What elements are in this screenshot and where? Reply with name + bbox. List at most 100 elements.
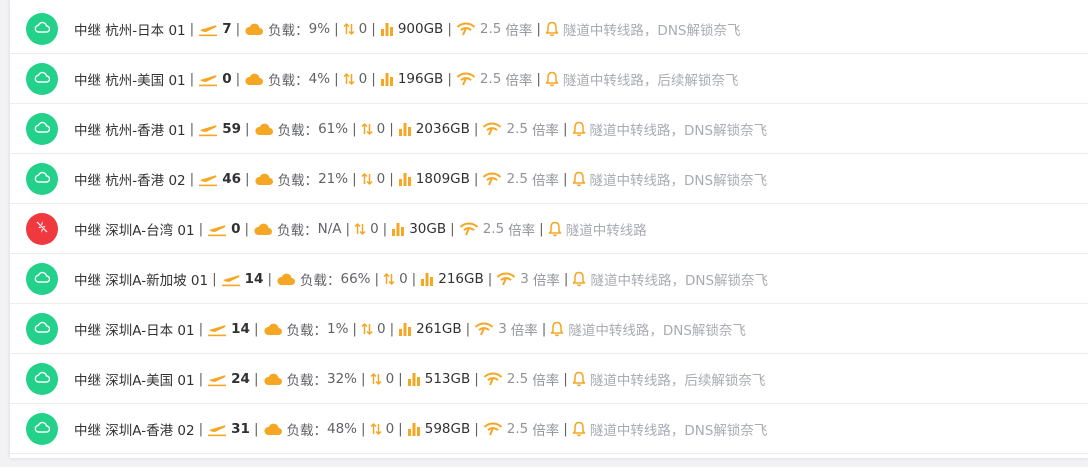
traffic-value: 196GB — [397, 71, 444, 87]
node-name: 中继 深圳A-香港 02 — [74, 423, 195, 439]
bar-chart-icon — [380, 22, 394, 36]
cloud-status-icon — [34, 21, 51, 37]
node-name: 中继 深圳A-台湾 01 — [74, 223, 195, 239]
load-label: 负载： — [286, 423, 328, 439]
node-note: 隧道中转线路，DNS解锁奈飞 — [589, 173, 768, 189]
load-value: 32% — [327, 371, 358, 387]
signal-icon — [482, 172, 502, 186]
online-users: 0 — [222, 71, 232, 87]
up-down-arrows-icon — [370, 371, 382, 387]
rate-value: 2.5 — [479, 71, 502, 87]
cloud-icon — [244, 72, 264, 86]
signal-icon — [459, 222, 479, 236]
online-users: 59 — [222, 121, 241, 137]
bar-chart-icon — [398, 172, 412, 186]
cloud-status-icon — [34, 421, 51, 437]
bar-chart-icon — [420, 272, 434, 286]
node-row[interactable]: 中继 深圳A-日本 01 | 14 | 负载： 1% | 0 | 261GB | 3 倍率 | 隧道中转线路… — [10, 305, 1088, 354]
traffic-value: 261GB — [416, 321, 462, 337]
cloud-icon — [253, 222, 273, 236]
node-list: 中继 杭州-日本 01 | 7 | 负载： 9% | 0 | 900GB | 2.5 倍率 | 隧道中转线路… — [10, 0, 1088, 458]
bell-icon — [545, 71, 559, 87]
speed-value: 0 — [358, 21, 368, 37]
node-row[interactable]: 中继 深圳A-美国 01 | 24 | 负载： 32% | 0 | 513GB | 2.5 倍率 | 隧道中… — [10, 355, 1088, 404]
bell-icon — [572, 121, 586, 137]
bell-icon — [548, 221, 562, 237]
speed-value: 0 — [376, 321, 386, 337]
cloud-status-icon — [34, 321, 51, 337]
load-value: N/A — [317, 221, 342, 237]
plane-icon — [198, 171, 218, 187]
signal-icon — [456, 72, 476, 86]
cloud-status-icon — [34, 171, 51, 187]
up-down-arrows-icon — [383, 271, 395, 287]
plane-icon — [207, 421, 227, 437]
rate-label: 倍率 — [508, 223, 536, 239]
traffic-value: 2036GB — [415, 121, 470, 137]
bell-icon — [572, 171, 586, 187]
node-name: 中继 杭州-香港 02 — [74, 173, 186, 189]
rate-label: 倍率 — [531, 123, 559, 139]
up-down-arrows-icon — [361, 121, 373, 137]
cloud-status-icon — [34, 371, 51, 387]
rate-label: 倍率 — [532, 373, 560, 389]
up-down-arrows-icon — [361, 171, 373, 187]
up-down-arrows-icon — [370, 421, 382, 437]
status-indicator — [26, 263, 58, 295]
speed-value: 0 — [399, 271, 408, 287]
node-row[interactable]: 中继 杭州-美国 01 | 0 | 负载： 4% | 0 | 196GB | 2.5 倍率 | 隧道中转线路… — [10, 55, 1088, 104]
node-row[interactable]: 中继 深圳A-台湾 01 | 0 | 负载： N/A | 0 | 30GB | 2.5 倍率 | 隧道中转线… — [10, 205, 1088, 254]
status-indicator — [26, 313, 58, 345]
speed-value: 0 — [385, 421, 395, 437]
load-label: 负载： — [277, 223, 318, 239]
bell-icon — [550, 321, 564, 337]
node-row[interactable]: 中继 杭州-香港 02 | 46 | 负载： 21% | 0 | 1809GB | 2.5 倍率 | 隧道中… — [10, 155, 1088, 204]
plane-icon — [198, 121, 218, 137]
plane-icon — [198, 71, 218, 87]
load-value: 48% — [327, 421, 358, 437]
status-indicator — [26, 113, 58, 145]
bar-chart-icon — [380, 72, 394, 86]
cloud-icon — [254, 172, 274, 186]
online-users: 0 — [231, 221, 241, 237]
node-name: 中继 杭州-香港 01 — [74, 123, 186, 139]
node-info: 中继 深圳A-美国 01 | 24 | 负载： 32% | 0 | 513GB | 2.5 倍率 | 隧道中… — [74, 371, 766, 389]
load-value: 66% — [340, 271, 371, 287]
online-users: 31 — [231, 421, 250, 437]
node-row[interactable]: 中继 杭州-日本 01 | 7 | 负载： 9% | 0 | 900GB | 2.5 倍率 | 隧道中转线路… — [10, 5, 1088, 54]
cloud-status-icon — [34, 121, 51, 137]
load-label: 负载： — [286, 373, 328, 389]
speed-value: 0 — [385, 371, 395, 387]
node-note: 隧道中转线路，后续解锁奈飞 — [562, 73, 739, 89]
online-users: 24 — [231, 371, 250, 387]
node-note: 隧道中转线路，DNS解锁奈飞 — [568, 323, 746, 339]
load-label: 负载： — [268, 73, 309, 89]
rate-value: 2.5 — [506, 421, 529, 437]
speed-value: 0 — [370, 221, 379, 237]
rate-value: 2.5 — [506, 121, 528, 137]
signal-icon — [483, 422, 503, 436]
up-down-arrows-icon — [343, 21, 355, 37]
node-row[interactable]: 中继 深圳A-新加坡 01 | 14 | 负载： 66% | 0 | 216GB | 3 倍率 | 隧道中转… — [10, 255, 1088, 304]
bar-chart-icon — [398, 122, 412, 136]
node-name: 中继 深圳A-日本 01 — [74, 323, 195, 339]
traffic-value: 1809GB — [415, 171, 470, 187]
cloud-icon — [276, 272, 296, 286]
bell-icon — [572, 271, 586, 287]
node-note: 隧道中转线路，后续解锁奈飞 — [589, 373, 766, 389]
traffic-value: 598GB — [424, 421, 471, 437]
cloud-icon — [263, 372, 283, 386]
load-label: 负载： — [286, 323, 328, 339]
load-value: 1% — [327, 321, 349, 337]
rate-label: 倍率 — [532, 423, 560, 439]
rate-label: 倍率 — [532, 273, 560, 289]
online-users: 46 — [222, 171, 241, 187]
status-indicator — [26, 213, 58, 245]
node-row[interactable]: 中继 深圳A-香港 02 | 31 | 负载： 48% | 0 | 598GB | 2.5 倍率 | 隧道中… — [10, 405, 1088, 454]
node-row[interactable]: 中继 杭州-香港 01 | 59 | 负载： 61% | 0 | 2036GB | 2.5 倍率 | 隧道中… — [10, 105, 1088, 154]
signal-icon — [496, 272, 516, 286]
cloud-status-icon — [34, 271, 51, 287]
rate-value: 3 — [520, 271, 529, 287]
rate-label: 倍率 — [505, 23, 533, 39]
bar-chart-icon — [407, 422, 421, 436]
